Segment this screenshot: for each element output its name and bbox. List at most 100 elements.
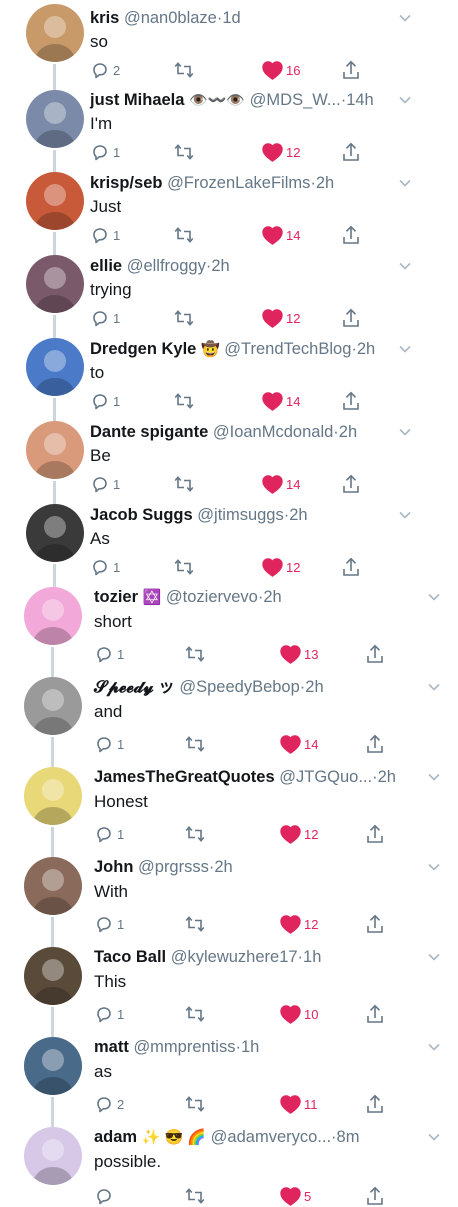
reply-button[interactable]: 2: [94, 1093, 124, 1115]
retweet-button[interactable]: [184, 733, 206, 755]
avatar[interactable]: [26, 90, 84, 148]
display-name[interactable]: matt: [94, 1038, 129, 1056]
like-button[interactable]: 12: [262, 556, 300, 578]
reply-button[interactable]: 1: [90, 556, 120, 578]
timestamp[interactable]: 1h: [303, 948, 321, 966]
user-handle[interactable]: @prgrsss: [138, 858, 209, 876]
share-button[interactable]: [342, 141, 360, 163]
timestamp[interactable]: 1h: [241, 1038, 259, 1056]
timestamp[interactable]: 2h: [289, 506, 307, 524]
display-name[interactable]: Jacob Suggs: [90, 506, 193, 524]
timestamp[interactable]: 8m: [337, 1128, 360, 1146]
retweet-button[interactable]: [184, 643, 206, 665]
display-name[interactable]: kris: [90, 9, 119, 27]
share-button[interactable]: [342, 556, 360, 578]
reply-button[interactable]: 1: [90, 307, 120, 329]
like-button[interactable]: 12: [262, 141, 300, 163]
share-button[interactable]: [366, 1093, 384, 1115]
user-handle[interactable]: @toziervevo: [166, 588, 258, 606]
retweet-button[interactable]: [184, 913, 206, 935]
timestamp[interactable]: 2h: [316, 174, 334, 192]
chevron-down-icon[interactable]: [426, 589, 442, 605]
retweet-button[interactable]: [173, 390, 195, 412]
share-button[interactable]: [366, 913, 384, 935]
retweet-button[interactable]: [184, 1003, 206, 1025]
like-button[interactable]: 12: [262, 307, 300, 329]
reply-button[interactable]: [94, 1185, 117, 1207]
share-button[interactable]: [366, 1003, 384, 1025]
share-button[interactable]: [342, 307, 360, 329]
avatar[interactable]: [26, 421, 84, 479]
user-handle[interactable]: @SpeedyBebop: [179, 678, 299, 696]
display-name[interactable]: Taco Ball: [94, 948, 166, 966]
like-button[interactable]: 14: [262, 224, 300, 246]
chevron-down-icon[interactable]: [397, 507, 413, 523]
user-handle[interactable]: @TrendTechBlog: [224, 340, 351, 358]
display-name[interactable]: JamesTheGreatQuotes: [94, 768, 275, 786]
retweet-button[interactable]: [173, 473, 195, 495]
timestamp[interactable]: 2h: [357, 340, 375, 358]
avatar[interactable]: [24, 857, 82, 915]
retweet-button[interactable]: [173, 556, 195, 578]
display-name[interactable]: tozier: [94, 588, 138, 606]
chevron-down-icon[interactable]: [397, 175, 413, 191]
user-handle[interactable]: @FrozenLakeFilms: [167, 174, 310, 192]
reply-button[interactable]: 2: [90, 59, 120, 81]
chevron-down-icon[interactable]: [397, 92, 413, 108]
retweet-button[interactable]: [173, 141, 195, 163]
avatar[interactable]: [26, 255, 84, 313]
chevron-down-icon[interactable]: [426, 949, 442, 965]
share-button[interactable]: [342, 59, 360, 81]
like-button[interactable]: 14: [262, 473, 300, 495]
timestamp[interactable]: 14h: [346, 91, 374, 109]
like-button[interactable]: 16: [262, 59, 300, 81]
timestamp[interactable]: 2h: [339, 423, 357, 441]
display-name[interactable]: just Mihaela: [90, 91, 184, 109]
like-button[interactable]: 12: [280, 913, 318, 935]
like-button[interactable]: 5: [280, 1185, 311, 1207]
like-button[interactable]: 13: [280, 643, 318, 665]
avatar[interactable]: [26, 504, 84, 562]
display-name[interactable]: 𝓢𝓹𝓮𝓮𝓭𝔂 ッ: [94, 678, 175, 696]
like-button[interactable]: 14: [280, 733, 318, 755]
avatar[interactable]: [24, 767, 82, 825]
retweet-button[interactable]: [184, 1093, 206, 1115]
retweet-button[interactable]: [173, 59, 195, 81]
user-handle[interactable]: @mmprentiss: [133, 1038, 235, 1056]
user-handle[interactable]: @kylewuzhere17: [171, 948, 298, 966]
user-handle[interactable]: @ellfroggy: [127, 257, 206, 275]
reply-button[interactable]: 1: [94, 823, 124, 845]
avatar[interactable]: [24, 1127, 82, 1185]
share-button[interactable]: [366, 643, 384, 665]
timestamp[interactable]: 1d: [222, 9, 240, 27]
timestamp[interactable]: 2h: [263, 588, 281, 606]
timestamp[interactable]: 2h: [305, 678, 323, 696]
display-name[interactable]: ellie: [90, 257, 122, 275]
retweet-button[interactable]: [173, 224, 195, 246]
reply-button[interactable]: 1: [94, 1003, 124, 1025]
retweet-button[interactable]: [184, 823, 206, 845]
chevron-down-icon[interactable]: [397, 424, 413, 440]
avatar[interactable]: [24, 1037, 82, 1095]
avatar[interactable]: [26, 4, 84, 62]
like-button[interactable]: 12: [280, 823, 318, 845]
like-button[interactable]: 11: [280, 1093, 318, 1115]
chevron-down-icon[interactable]: [397, 10, 413, 26]
timestamp[interactable]: 2h: [214, 858, 232, 876]
share-button[interactable]: [366, 733, 384, 755]
display-name[interactable]: Dredgen Kyle: [90, 340, 196, 358]
chevron-down-icon[interactable]: [426, 679, 442, 695]
reply-button[interactable]: 1: [94, 643, 124, 665]
avatar[interactable]: [26, 338, 84, 396]
display-name[interactable]: adam: [94, 1128, 137, 1146]
timestamp[interactable]: 2h: [378, 768, 396, 786]
retweet-button[interactable]: [173, 307, 195, 329]
avatar[interactable]: [24, 677, 82, 735]
reply-button[interactable]: 1: [90, 390, 120, 412]
display-name[interactable]: krisp/seb: [90, 174, 162, 192]
like-button[interactable]: 10: [280, 1003, 318, 1025]
avatar[interactable]: [26, 172, 84, 230]
chevron-down-icon[interactable]: [426, 1129, 442, 1145]
share-button[interactable]: [366, 1185, 384, 1207]
chevron-down-icon[interactable]: [397, 341, 413, 357]
